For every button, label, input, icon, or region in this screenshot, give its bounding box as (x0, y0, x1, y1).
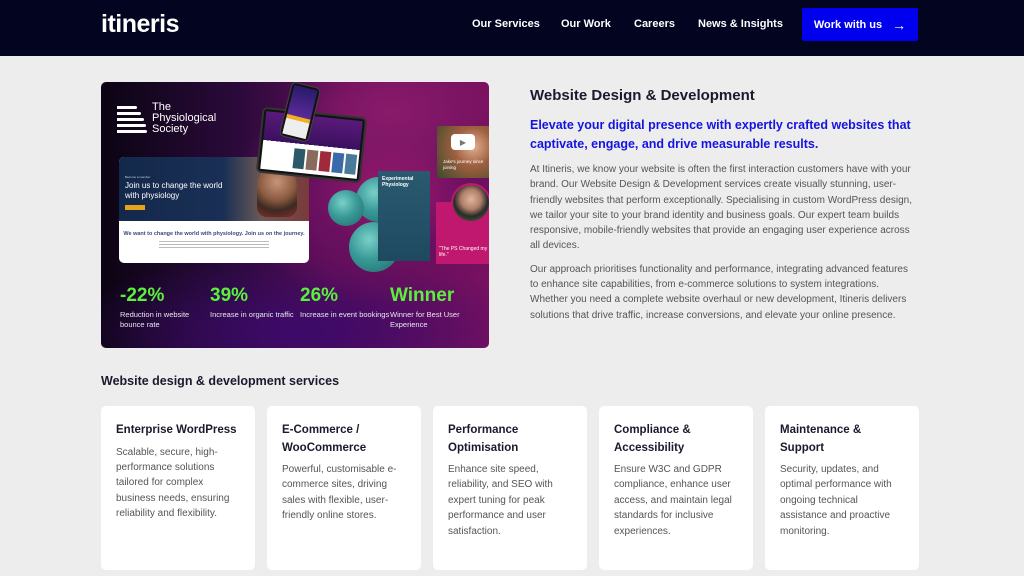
lead-text: Elevate your digital presence with exper… (530, 118, 911, 151)
stat-value: -22% (120, 285, 165, 306)
stat-value: 39% (210, 285, 249, 306)
service-card-title: Compliance & Accessibility (614, 424, 691, 454)
case-study-hero-image: The Physiological Society Become a membe… (101, 82, 489, 348)
itineris-logo[interactable]: itineris (101, 10, 179, 39)
page-title: Website Design & Development (530, 87, 755, 104)
body-paragraph: Our approach prioritises functionality a… (530, 263, 908, 321)
service-card-description: Enhance site speed, reliability, and SEO… (448, 464, 553, 537)
stat-description: Increase in event bookings (300, 310, 390, 319)
stat-item: 26% Increase in event bookings (300, 286, 390, 330)
body-paragraph: At Itineris, we know your website is oft… (530, 164, 913, 252)
service-card-title: Enterprise WordPress (116, 424, 237, 436)
stat-item: 39% Increase in organic traffic (210, 286, 300, 330)
journal-card: Experimental Physiology (378, 171, 430, 261)
site-eyebrow: Become a member (125, 175, 151, 179)
service-card-description: Scalable, secure, high-performance solut… (116, 446, 230, 520)
stat-item: -22% Reduction in website bounce rate (120, 286, 210, 330)
stat-value: Winner (390, 285, 455, 306)
site-join-button (125, 205, 145, 210)
service-card-ecommerce[interactable]: E-Commerce / WooCommerce Powerful, custo… (267, 406, 421, 570)
services-cards: Enterprise WordPress Scalable, secure, h… (101, 406, 919, 570)
stat-description: Increase in organic traffic (210, 310, 294, 319)
service-card-compliance[interactable]: Compliance & Accessibility Ensure W3C an… (599, 406, 753, 570)
service-card-title: Performance Optimisation (448, 424, 519, 454)
stats-row: -22% Reduction in website bounce rate 39… (120, 286, 480, 330)
site-headline: Join us to change the world with physiol… (125, 181, 223, 200)
nav-news-insights[interactable]: News & Insights (698, 18, 783, 30)
play-icon: ▶ (451, 134, 475, 150)
ps-logo-text: The Physiological Society (152, 101, 217, 135)
stat-value: 26% (300, 285, 339, 306)
site-subheadline: We want to change the world with physiol… (123, 231, 305, 237)
stat-description: Winner for Best User Experience (390, 310, 460, 329)
service-card-performance[interactable]: Performance Optimisation Enhance site sp… (433, 406, 587, 570)
service-card-title: Maintenance & Support (780, 424, 862, 454)
work-with-us-label: Work with us (813, 18, 883, 31)
site-header: itineris Our Services Our Work Careers N… (0, 0, 1024, 56)
service-card-description: Powerful, customisable e-commerce sites,… (282, 464, 397, 522)
stat-item: Winner Winner for Best User Experience (390, 286, 480, 330)
nav-our-work[interactable]: Our Work (561, 18, 611, 30)
physiological-society-logo: The Physiological Society (117, 102, 216, 135)
service-card-title: E-Commerce / WooCommerce (282, 424, 367, 454)
ps-logo-mark-icon (117, 104, 147, 134)
service-card-maintenance[interactable]: Maintenance & Support Security, updates,… (765, 406, 919, 570)
nav-careers[interactable]: Careers (634, 18, 675, 30)
quote-text: "The PS Changed my life." (439, 246, 488, 258)
arrow-right-icon: → (892, 16, 907, 33)
services-section-title: Website design & development services (101, 374, 340, 388)
work-with-us-button[interactable]: Work with us → (802, 8, 918, 41)
service-card-enterprise-wordpress[interactable]: Enterprise WordPress Scalable, secure, h… (101, 406, 255, 570)
video-card: ▶ Jake's journey since joining (437, 126, 489, 178)
cell-graphic (328, 190, 364, 226)
service-intro: Website Design & Development Elevate you… (530, 86, 915, 323)
stat-description: Reduction in website bounce rate (120, 310, 190, 329)
service-card-description: Security, updates, and optimal performan… (780, 464, 892, 537)
video-caption: Jake's journey since joining (443, 159, 484, 170)
nav-our-services[interactable]: Our Services (472, 18, 540, 30)
member-avatar (451, 183, 489, 223)
service-card-description: Ensure W3C and GDPR compliance, enhance … (614, 464, 732, 537)
